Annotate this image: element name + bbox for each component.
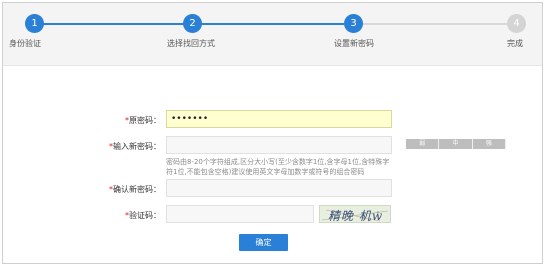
new-password-label: *输入新密码： [41,141,161,152]
step-1-label: 身份验证 [9,39,41,48]
new-password-input[interactable] [166,136,392,154]
step-2-circle: 2 [183,14,202,33]
step-4-label: 完成 [507,39,523,48]
old-password-input[interactable]: ••••••• [166,110,392,128]
step-2-label: 选择找回方式 [167,39,215,48]
password-rules-hint: 密码由8-20个字符组成,区分大小写(至少含数字1位,含字母1位,含特殊字符1位… [166,158,390,176]
password-strength-meter: 弱 中 强 [406,139,506,149]
step-3-label: 设置新密码 [334,39,374,48]
submit-button[interactable]: 确定 [239,234,288,251]
confirm-password-label-text: 确认新密码： [113,185,161,194]
captcha-input[interactable] [166,205,314,223]
confirm-password-label: *确认新密码： [41,184,161,195]
captcha-label: *验证码： [41,210,161,221]
step-connector-2 [200,23,344,25]
step-connector-3 [361,23,507,25]
step-3-circle: 3 [344,14,363,33]
strength-strong: 强 [472,139,506,149]
strength-medium: 中 [439,139,473,149]
captcha-label-text: 验证码： [129,211,161,220]
reset-password-panel: 1 身份验证 2 选择找回方式 3 设置新密码 4 完成 *原密码： •••••… [2,2,543,264]
step-1-circle: 1 [25,14,44,33]
old-password-label-text: 原密码： [129,116,161,125]
captcha-image-text: 精晚 机w [328,209,384,223]
strength-weak: 弱 [406,139,440,149]
old-password-label: *原密码： [41,115,161,126]
captcha-image[interactable]: 精晚 机w [319,205,391,223]
progress-steps: 1 身份验证 2 选择找回方式 3 设置新密码 4 完成 [3,3,542,66]
confirm-password-input[interactable] [166,179,392,197]
step-4-circle: 4 [507,14,526,33]
new-password-label-text: 输入新密码： [113,142,161,151]
step-connector-1 [40,23,184,25]
